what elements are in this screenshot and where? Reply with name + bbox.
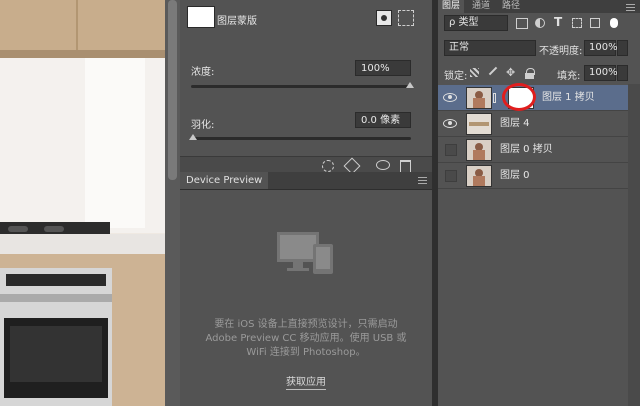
burner (44, 226, 64, 232)
scrollbar-thumb[interactable] (168, 0, 177, 180)
countertop (0, 234, 165, 254)
tab-layers[interactable]: 图层 (438, 0, 465, 13)
highlight-circle (502, 83, 536, 111)
density-slider[interactable] (191, 85, 411, 88)
visibility-eye-icon[interactable] (443, 91, 457, 103)
properties-panel: 图层蒙版 浓度: 100% 羽化: 0.0 像素 (180, 0, 432, 172)
density-label: 浓度: (191, 67, 215, 78)
get-app-link-row: 获取应用 (180, 373, 432, 390)
tab-paths[interactable]: 路径 (498, 0, 524, 13)
feather-label: 羽化: (191, 120, 215, 131)
smart-object-filter-icon[interactable] (590, 18, 600, 28)
fill-field[interactable]: 100% (584, 65, 618, 81)
layers-panel-menu-icon[interactable] (626, 4, 635, 5)
pixel-mask-icon[interactable] (376, 10, 392, 26)
feather-slider-handle[interactable] (189, 134, 197, 140)
panel-menu-icon[interactable] (418, 177, 427, 178)
layer-name[interactable]: 图层 0 (500, 163, 530, 189)
opacity-dropdown-arrow[interactable] (617, 40, 628, 56)
layer-thumbnail (466, 139, 492, 161)
lock-pixels-icon[interactable] (488, 66, 498, 76)
opacity-field[interactable]: 100% (584, 40, 618, 56)
type-filter-icon[interactable]: T (554, 15, 562, 29)
canvas-vertical-scrollbar[interactable] (165, 0, 180, 406)
layer-row[interactable]: 图层 0 (438, 163, 628, 189)
document-canvas[interactable] (0, 0, 165, 406)
toggle-mask-eye-icon[interactable] (376, 160, 390, 170)
vector-mask-icon[interactable] (398, 10, 414, 26)
feather-slider[interactable] (191, 137, 411, 140)
device-preview-message: 要在 iOS 设备上直接预览设计，只需启动 Adobe Preview CC 移… (205, 319, 407, 358)
layer-thumbnail (466, 87, 492, 109)
layer-name[interactable]: 图层 1 拷贝 (542, 85, 595, 111)
filter-toggle-icon[interactable] (610, 18, 618, 28)
shape-filter-icon[interactable] (572, 18, 582, 28)
devices-icon (277, 232, 333, 274)
image-filter-icon[interactable] (516, 18, 528, 29)
burner (8, 226, 28, 232)
layers-scrollbar[interactable] (628, 84, 640, 406)
tab-channels[interactable]: 通道 (468, 0, 494, 13)
device-preview-panel: Device Preview 要在 iOS 设备上直接预览设计，只需启动 Ado… (180, 172, 432, 406)
device-preview-tabbar: Device Preview (180, 172, 432, 190)
visibility-off-box[interactable] (445, 144, 457, 156)
layer-thumbnail (466, 165, 492, 187)
layers-panel: 图层 通道 路径 ρ 类型 T 正常 不透明度: 100% 锁定: ✥ 填充: … (438, 0, 640, 406)
layer-mask-thumbnail[interactable] (187, 6, 215, 28)
opacity-label: 不透明度: (539, 46, 583, 57)
window-light (85, 58, 145, 228)
layers-tabbar: 图层 通道 路径 (438, 0, 640, 13)
fill-dropdown-arrow[interactable] (617, 65, 628, 81)
fill-label: 填充: (557, 71, 581, 82)
oven-controls (6, 274, 106, 286)
lock-position-icon[interactable]: ✥ (506, 66, 515, 79)
layer-name[interactable]: 图层 0 拷贝 (500, 137, 553, 163)
mask-label: 图层蒙版 (217, 16, 257, 27)
load-selection-icon[interactable] (322, 160, 334, 172)
lock-label: 锁定: (444, 71, 468, 82)
feather-field[interactable]: 0.0 像素 (355, 112, 411, 128)
layer-row[interactable]: 图层 4 (438, 111, 628, 137)
layer-name[interactable]: 图层 4 (500, 111, 530, 137)
density-slider-handle[interactable] (406, 82, 414, 88)
properties-footer (180, 156, 432, 175)
lock-all-body (525, 73, 534, 79)
layer-row[interactable]: 图层 1 拷贝 (438, 83, 628, 111)
mask-link-icon[interactable] (493, 93, 496, 103)
layer-thumbnail (466, 113, 492, 135)
visibility-off-box[interactable] (445, 170, 457, 182)
blend-mode-dropdown[interactable]: 正常 (444, 40, 536, 56)
oven-window-inner (10, 326, 102, 382)
filter-kind-dropdown[interactable]: ρ 类型 (444, 15, 508, 31)
adjustment-filter-icon[interactable] (535, 18, 545, 28)
lock-transparent-icon[interactable] (470, 68, 479, 77)
get-app-link[interactable]: 获取应用 (286, 377, 326, 390)
layer-row[interactable]: 图层 0 拷贝 (438, 137, 628, 163)
visibility-eye-icon[interactable] (443, 117, 457, 129)
cabinet-shadow (0, 50, 165, 58)
device-preview-tab[interactable]: Device Preview (180, 172, 269, 189)
density-field[interactable]: 100% (355, 60, 411, 76)
oven-handle (0, 294, 112, 302)
